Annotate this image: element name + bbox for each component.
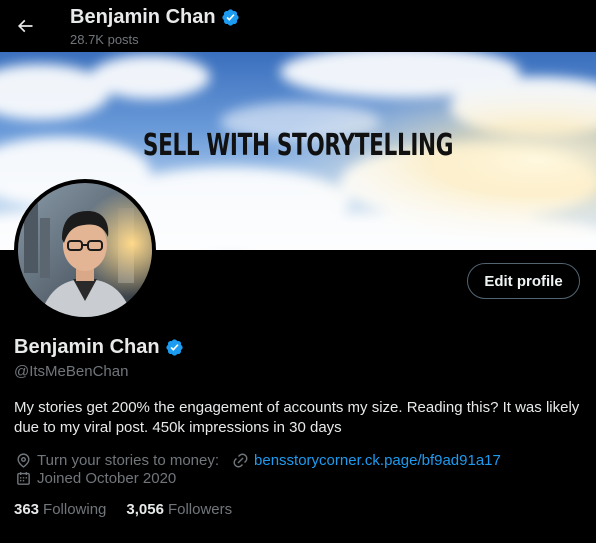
profile-website-link[interactable]: bensstorycorner.ck.page/bf9ad91a17 (254, 452, 501, 469)
profile-name-row: Benjamin Chan (14, 336, 184, 359)
profile-stats: 363 Following 3,056 Followers (14, 501, 252, 518)
verified-badge-icon[interactable] (165, 338, 184, 357)
verified-badge-icon (221, 9, 239, 26)
profile-name: Benjamin Chan (14, 336, 160, 358)
profile-location: Turn your stories to money: (37, 451, 220, 469)
header-name-row: Benjamin Chan (70, 6, 240, 29)
followers-label: Followers (167, 501, 233, 518)
following-link[interactable]: 363 Following (14, 501, 106, 518)
arrow-left-icon (17, 19, 33, 33)
header-posts-count: 28.7K posts (70, 32, 139, 47)
profile-handle: @ItsMeBenChan (14, 363, 129, 380)
edit-profile-button[interactable]: Edit profile (467, 263, 580, 299)
link-icon (231, 451, 249, 469)
profile-meta-location-website: Turn your stories to money: bensstorycor… (14, 451, 501, 469)
banner-headline: SELL WITH STORYTELLING (142, 128, 454, 163)
avatar-photo (18, 183, 152, 317)
back-button[interactable] (10, 9, 40, 43)
header-name: Benjamin Chan (70, 6, 216, 28)
avatar[interactable] (14, 179, 156, 321)
following-count: 363 (14, 501, 40, 518)
profile-joined-date: Joined October 2020 (37, 469, 177, 487)
calendar-icon (14, 469, 32, 487)
profile-bio: My stories get 200% the engagement of ac… (14, 399, 580, 436)
profile-meta-joined: Joined October 2020 (14, 469, 176, 487)
top-bar: Benjamin Chan 28.7K posts (0, 0, 596, 52)
followers-link[interactable]: 3,056 Followers (126, 501, 232, 518)
followers-count: 3,056 (126, 501, 164, 518)
location-pin-icon (14, 451, 32, 469)
following-label: Following (43, 501, 107, 518)
